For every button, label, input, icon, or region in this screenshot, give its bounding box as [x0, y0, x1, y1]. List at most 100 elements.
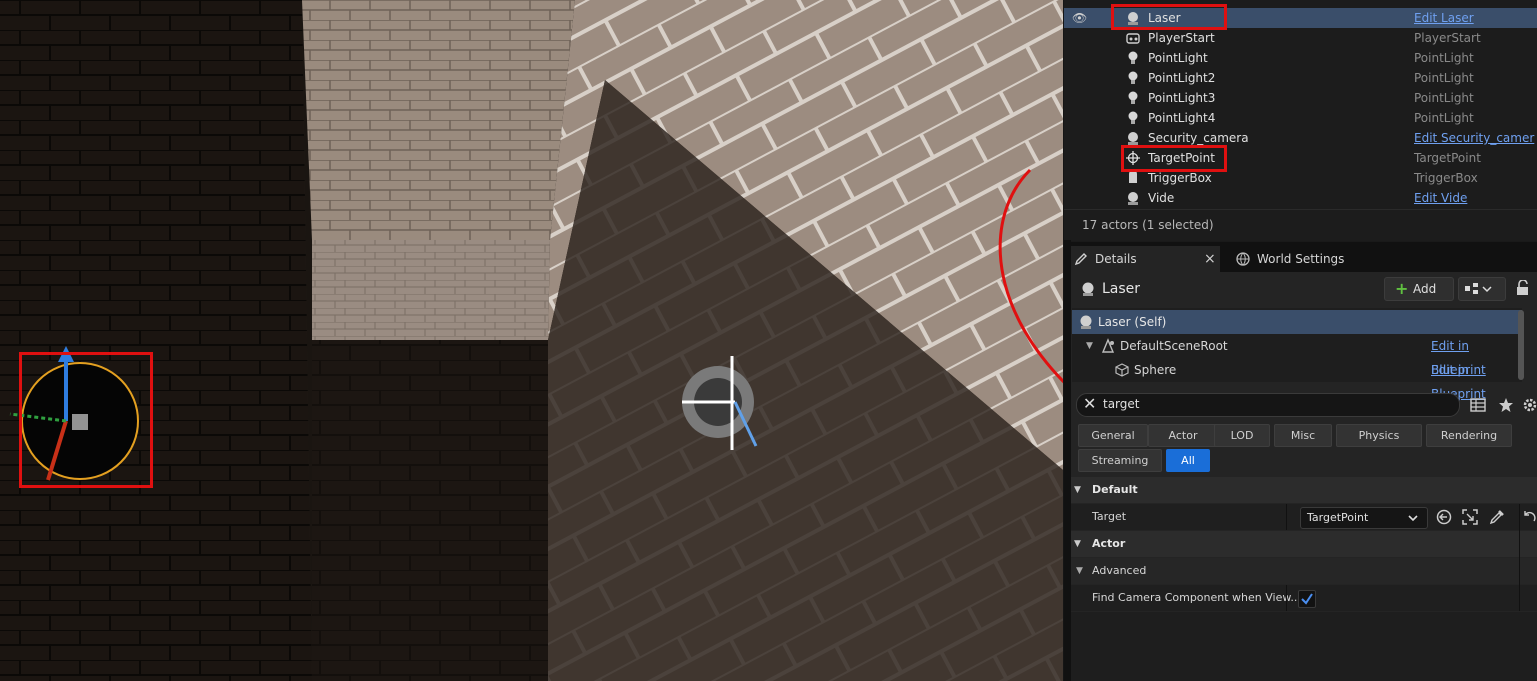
- laser-actor-highlight: [19, 352, 153, 488]
- chevron-down-icon: [1408, 515, 1418, 522]
- world-outliner: 👁 Laser Edit Laser PlayerStart PlayerStart Po…: [1064, 0, 1537, 241]
- actor-type: PointLight: [1414, 111, 1474, 125]
- details-empty-area: [1064, 612, 1537, 681]
- property-target: Target TargetPoint: [1064, 504, 1537, 530]
- clear-search-icon[interactable]: ✕: [1083, 396, 1099, 412]
- blueprint-hierarchy-icon: [1465, 283, 1492, 294]
- actor-sphere-icon: [1082, 282, 1094, 296]
- panel-tab-bar: Details × World Settings: [1064, 242, 1537, 272]
- edit-blueprint-link[interactable]: Edit Security_camer: [1414, 128, 1534, 148]
- actor-sphere-icon: [1128, 132, 1138, 145]
- actor-type: TriggerBox: [1414, 171, 1478, 185]
- tab-world-settings[interactable]: World Settings: [1230, 246, 1370, 272]
- outliner-footer: 17 actors (1 selected): [1064, 209, 1537, 241]
- property-label: Target: [1092, 510, 1127, 523]
- actor-sphere-icon: [1080, 315, 1092, 329]
- component-sphere[interactable]: Sphere Edit in Blueprint: [1072, 358, 1522, 401]
- settings-gear-icon[interactable]: [1522, 397, 1537, 413]
- point-light-icon: [1128, 51, 1138, 64]
- column-divider: [1519, 504, 1520, 611]
- browse-to-actor-icon[interactable]: [1462, 509, 1478, 525]
- find-camera-checkbox[interactable]: [1298, 590, 1316, 608]
- close-tab-button[interactable]: ×: [1204, 246, 1216, 272]
- subsection-advanced[interactable]: ▼ Advanced: [1064, 558, 1537, 584]
- level-viewport[interactable]: [0, 0, 1063, 681]
- actor-count: 17 actors (1 selected): [1082, 218, 1214, 232]
- details-actor-name: Laser: [1102, 281, 1141, 297]
- favorite-star-icon[interactable]: [1498, 397, 1514, 413]
- scene-root-icon: [1101, 338, 1115, 353]
- eyedropper-icon[interactable]: [1489, 509, 1505, 525]
- property-label: Find Camera Component when View...: [1092, 591, 1301, 604]
- outliner-row-pointlight2[interactable]: PointLight2 PointLight: [1064, 68, 1537, 88]
- outliner-row-pointlight4[interactable]: PointLight4 PointLight: [1064, 108, 1537, 128]
- details-search-box: ✕: [1076, 393, 1460, 417]
- outliner-row-vide[interactable]: Vide Edit Vide: [1064, 188, 1537, 208]
- plus-icon: +: [1395, 279, 1409, 298]
- panel-splitter[interactable]: [1064, 240, 1071, 681]
- column-divider: [1286, 504, 1287, 530]
- checkmark-icon: [1301, 593, 1313, 605]
- laser-row-highlight: [1111, 4, 1227, 30]
- filter-all[interactable]: All: [1166, 449, 1210, 472]
- use-selected-icon[interactable]: [1436, 509, 1452, 525]
- actor-label: PlayerStart: [1148, 31, 1215, 45]
- blueprint-options-button[interactable]: [1458, 277, 1506, 301]
- editor-side-panel: 👁 Laser Edit Laser PlayerStart PlayerStart Po…: [1064, 0, 1537, 681]
- section-actor[interactable]: ▼ Actor: [1064, 531, 1537, 557]
- component-tree-scrollbar[interactable]: [1518, 310, 1524, 380]
- component-self[interactable]: Laser (Self): [1072, 310, 1522, 334]
- outliner-row-playerstart[interactable]: PlayerStart PlayerStart: [1064, 28, 1537, 48]
- property-find-camera-component: Find Camera Component when View...: [1064, 585, 1537, 611]
- filter-general[interactable]: General: [1078, 424, 1148, 447]
- edit-blueprint-link[interactable]: Edit Laser: [1414, 8, 1474, 28]
- point-light-icon: [1128, 111, 1138, 124]
- point-light-icon: [1128, 91, 1138, 104]
- details-search-input[interactable]: [1103, 396, 1443, 412]
- actor-label: PointLight4: [1148, 111, 1216, 125]
- edit-blueprint-link[interactable]: Edit Vide: [1414, 188, 1467, 208]
- actor-label: PointLight: [1148, 51, 1208, 65]
- collapse-arrow-icon[interactable]: ▼: [1086, 334, 1093, 358]
- collapse-arrow-icon[interactable]: ▼: [1074, 477, 1081, 503]
- actor-label: PointLight2: [1148, 71, 1216, 85]
- filter-lod[interactable]: LOD: [1214, 424, 1270, 447]
- targetpoint-row-highlight: [1121, 145, 1227, 172]
- collapse-arrow-icon[interactable]: ▼: [1076, 558, 1083, 584]
- add-component-button[interactable]: + Add: [1384, 277, 1454, 301]
- filter-misc[interactable]: Misc: [1274, 424, 1332, 447]
- target-actor-dropdown[interactable]: TargetPoint: [1300, 507, 1428, 529]
- filter-rendering[interactable]: Rendering: [1426, 424, 1512, 447]
- lock-icon[interactable]: [1516, 280, 1530, 296]
- filter-streaming[interactable]: Streaming: [1078, 449, 1162, 472]
- actor-type: PointLight: [1414, 51, 1474, 65]
- point-light-icon: [1128, 71, 1138, 84]
- collapse-arrow-icon[interactable]: ▼: [1074, 531, 1081, 557]
- pencil-icon: [1074, 253, 1087, 266]
- actor-label: Vide: [1148, 191, 1175, 205]
- actor-type: PointLight: [1414, 71, 1474, 85]
- static-mesh-icon: [1115, 363, 1129, 377]
- details-panel: Laser + Add Laser (Self) ▼ DefaultSceneR…: [1064, 272, 1537, 681]
- column-divider: [1286, 585, 1287, 611]
- component-tree: Laser (Self) ▼ DefaultSceneRoot Edit in …: [1072, 308, 1522, 401]
- actor-sphere-icon: [1128, 192, 1138, 205]
- table-view-icon[interactable]: [1470, 397, 1486, 413]
- section-default[interactable]: ▼ Default: [1064, 477, 1537, 503]
- player-start-icon: [1126, 33, 1140, 44]
- reset-to-default-icon[interactable]: [1522, 510, 1536, 524]
- filter-actor[interactable]: Actor: [1148, 424, 1218, 447]
- actor-type: PlayerStart: [1414, 31, 1481, 45]
- scene-render: [0, 0, 1063, 681]
- filter-physics[interactable]: Physics: [1336, 424, 1422, 447]
- component-default-scene-root[interactable]: ▼ DefaultSceneRoot Edit in Blueprint: [1072, 334, 1522, 377]
- outliner-row-pointlight3[interactable]: PointLight3 PointLight: [1064, 88, 1537, 108]
- visibility-eye-icon[interactable]: 👁: [1072, 8, 1090, 28]
- actor-label: PointLight3: [1148, 91, 1216, 105]
- globe-icon: [1236, 252, 1250, 266]
- trigger-box-icon: [1129, 171, 1137, 183]
- actor-type: PointLight: [1414, 91, 1474, 105]
- outliner-row-pointlight[interactable]: PointLight PointLight: [1064, 48, 1537, 68]
- actor-type: TargetPoint: [1414, 151, 1481, 165]
- tab-details[interactable]: Details ×: [1068, 246, 1220, 272]
